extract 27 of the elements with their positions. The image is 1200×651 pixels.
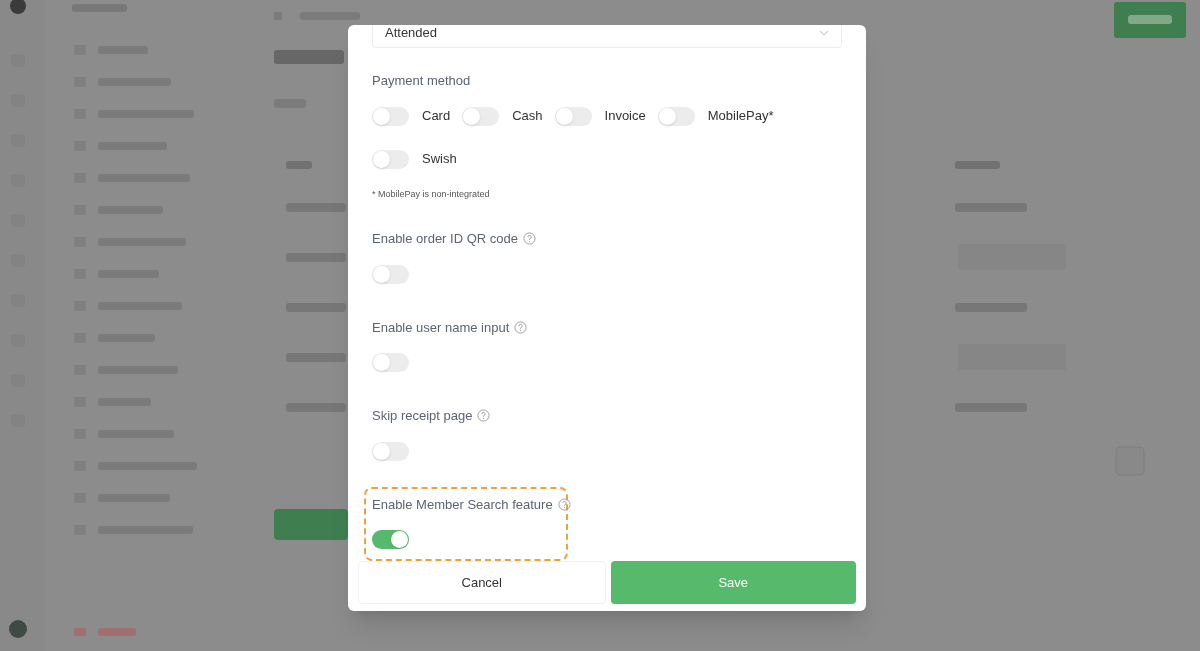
toggle-label: Swish (422, 150, 457, 169)
toggle-switch[interactable] (372, 353, 409, 372)
help-icon[interactable] (514, 320, 528, 334)
help-icon[interactable] (477, 409, 491, 423)
toggle-switch[interactable] (462, 106, 500, 126)
select-field[interactable]: Attended (372, 25, 842, 48)
help-icon[interactable] (522, 232, 536, 246)
setting-label: Enable Member Search feature (372, 495, 553, 514)
toggle-label: MobilePay* (707, 107, 774, 126)
setting-label: Skip receipt page (372, 407, 473, 425)
toggle-label: Cash (512, 107, 543, 126)
toggle-switch[interactable] (372, 530, 409, 549)
toggle-switch[interactable] (657, 106, 695, 126)
setting-label: Enable order ID QR code (372, 230, 518, 248)
toggle-switch[interactable] (372, 441, 409, 461)
chevron-down-icon (819, 29, 829, 36)
toggle-label: Card (422, 107, 451, 126)
setting-label: Enable user name input (372, 318, 510, 337)
toggle-switch[interactable] (372, 264, 409, 284)
toggle-label: Invoice (604, 107, 646, 126)
section-label: Payment method (372, 72, 472, 90)
footnote: * MobilePay is non-integrated (372, 187, 491, 201)
toggle-switch[interactable] (554, 106, 592, 126)
toggle-switch[interactable] (372, 106, 409, 126)
cancel-button[interactable]: Cancel (358, 561, 606, 604)
toggle-switch[interactable] (372, 149, 409, 169)
help-icon[interactable] (557, 497, 571, 511)
